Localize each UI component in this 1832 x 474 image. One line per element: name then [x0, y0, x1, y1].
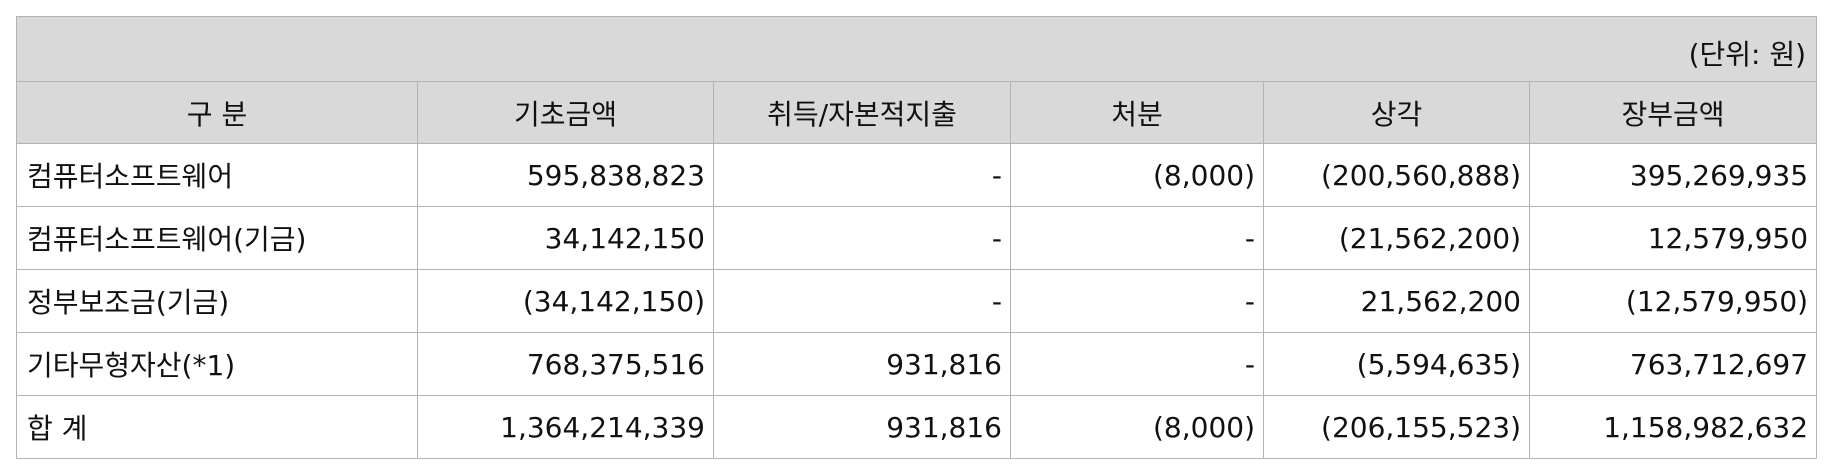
disposal-total: (8,000)	[1010, 395, 1264, 459]
header-amortization: 상각	[1263, 81, 1530, 144]
opening-amount-cell: 768,375,516	[417, 332, 714, 396]
row-label: 컴퓨터소프트웨어(기금)	[16, 206, 418, 270]
disposal-cell: -	[1010, 269, 1264, 333]
amortization-cell: 21,562,200	[1263, 269, 1530, 333]
amortization-cell: (5,594,635)	[1263, 332, 1530, 396]
unit-row: (단위: 원)	[15, 16, 1818, 82]
acquisition-cell: -	[713, 269, 1011, 333]
table-row: 기타무형자산(*1) 768,375,516 931,816 - (5,594,…	[16, 332, 1818, 396]
disposal-cell: (8,000)	[1010, 143, 1264, 207]
header-disposal: 처분	[1010, 81, 1264, 144]
table-row: 정부보조금(기금) (34,142,150) - - 21,562,200 (1…	[16, 269, 1818, 333]
total-label: 합 계	[16, 395, 418, 459]
amortization-cell: (21,562,200)	[1263, 206, 1530, 270]
intangible-assets-table-container: (단위: 원) 구 분 기초금액 취득/자본적지출 처분 상각 장부금액 컴퓨터…	[15, 16, 1818, 459]
book-value-cell: 395,269,935	[1528, 143, 1818, 207]
header-acquisition: 취득/자본적지출	[713, 81, 1011, 144]
table-row: 컴퓨터소프트웨어 595,838,823 - (8,000) (200,560,…	[16, 143, 1818, 207]
row-label: 기타무형자산(*1)	[16, 332, 418, 396]
disposal-cell: -	[1010, 206, 1264, 270]
table-row: 컴퓨터소프트웨어(기금) 34,142,150 - - (21,562,200)…	[16, 206, 1818, 270]
acquisition-cell: -	[713, 206, 1011, 270]
amortization-cell: (200,560,888)	[1263, 143, 1530, 207]
book-value-total: 1,158,982,632	[1528, 395, 1818, 459]
row-label: 정부보조금(기금)	[16, 269, 418, 333]
book-value-cell: 12,579,950	[1528, 206, 1818, 270]
header-opening-amount: 기초금액	[417, 81, 714, 144]
book-value-cell: (12,579,950)	[1528, 269, 1818, 333]
acquisition-total: 931,816	[713, 395, 1011, 459]
header-category: 구 분	[16, 81, 418, 144]
header-book-value: 장부금액	[1528, 81, 1818, 144]
intangible-assets-table: (단위: 원) 구 분 기초금액 취득/자본적지출 처분 상각 장부금액 컴퓨터…	[15, 16, 1818, 459]
acquisition-cell: -	[713, 143, 1011, 207]
total-row: 합 계 1,364,214,339 931,816 (8,000) (206,1…	[16, 395, 1818, 459]
row-label: 컴퓨터소프트웨어	[16, 143, 418, 207]
amortization-total: (206,155,523)	[1263, 395, 1530, 459]
opening-amount-cell: (34,142,150)	[417, 269, 714, 333]
unit-label: (단위: 원)	[15, 16, 1818, 82]
opening-amount-total: 1,364,214,339	[417, 395, 714, 459]
opening-amount-cell: 34,142,150	[417, 206, 714, 270]
opening-amount-cell: 595,838,823	[417, 143, 714, 207]
book-value-cell: 763,712,697	[1528, 332, 1818, 396]
disposal-cell: -	[1010, 332, 1264, 396]
header-row: 구 분 기초금액 취득/자본적지출 처분 상각 장부금액	[16, 81, 1818, 144]
acquisition-cell: 931,816	[713, 332, 1011, 396]
